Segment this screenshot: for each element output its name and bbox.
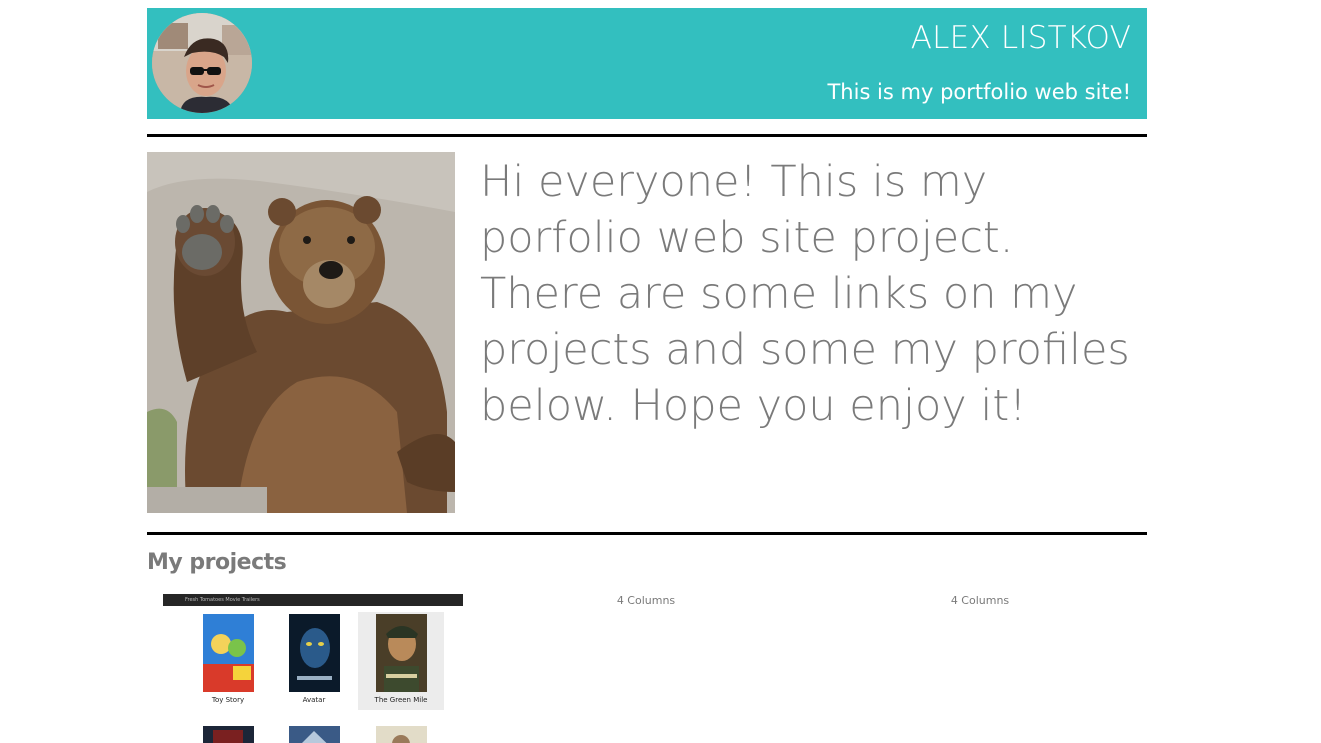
divider-top: [147, 134, 1147, 137]
project-thumbnail-movie-trailers[interactable]: Fresh Tomatoes Movie Trailers Toy Story: [163, 594, 463, 743]
movie-title: Toy Story: [211, 696, 245, 704]
movie-card-toy-story: Toy Story: [185, 614, 271, 704]
column-placeholder-2: 4 Columns: [950, 594, 1010, 607]
poster-row2-2: [288, 726, 340, 743]
column-placeholder-1: 4 Columns: [616, 594, 676, 607]
site-tagline: This is my portfolio web site!: [827, 80, 1131, 104]
waving-bear-image: [147, 152, 455, 513]
poster-row2-3: [375, 726, 427, 743]
movie-card-row2-1: [185, 726, 271, 743]
poster-row2-1: [202, 726, 254, 743]
site-header: ALEX LISTKOV This is my portfolio web si…: [147, 8, 1147, 119]
intro-paragraph: Hi everyone! This is my porfolio web sit…: [480, 157, 1130, 431]
movie-card-the-green-mile: The Green Mile: [358, 612, 444, 710]
poster-toy-story: [202, 614, 254, 692]
avatar-photo: [152, 13, 252, 113]
bear-illustration: [147, 152, 455, 513]
site-owner-name: ALEX LISTKOV: [910, 20, 1131, 56]
movie-title: Avatar: [302, 696, 326, 704]
movie-card-row2-2: [271, 726, 357, 743]
divider-middle: [147, 532, 1147, 535]
movie-title: The Green Mile: [374, 696, 428, 704]
projects-heading: My projects: [147, 550, 287, 575]
poster-avatar: [288, 614, 340, 692]
thumb-title-bar: Fresh Tomatoes Movie Trailers: [163, 594, 463, 606]
movie-card-avatar: Avatar: [271, 614, 357, 704]
movie-card-row2-3: [358, 726, 444, 743]
page-container: ALEX LISTKOV This is my portfolio web si…: [147, 8, 1147, 743]
profile-avatar: [152, 13, 252, 113]
poster-the-green-mile: [375, 614, 427, 692]
